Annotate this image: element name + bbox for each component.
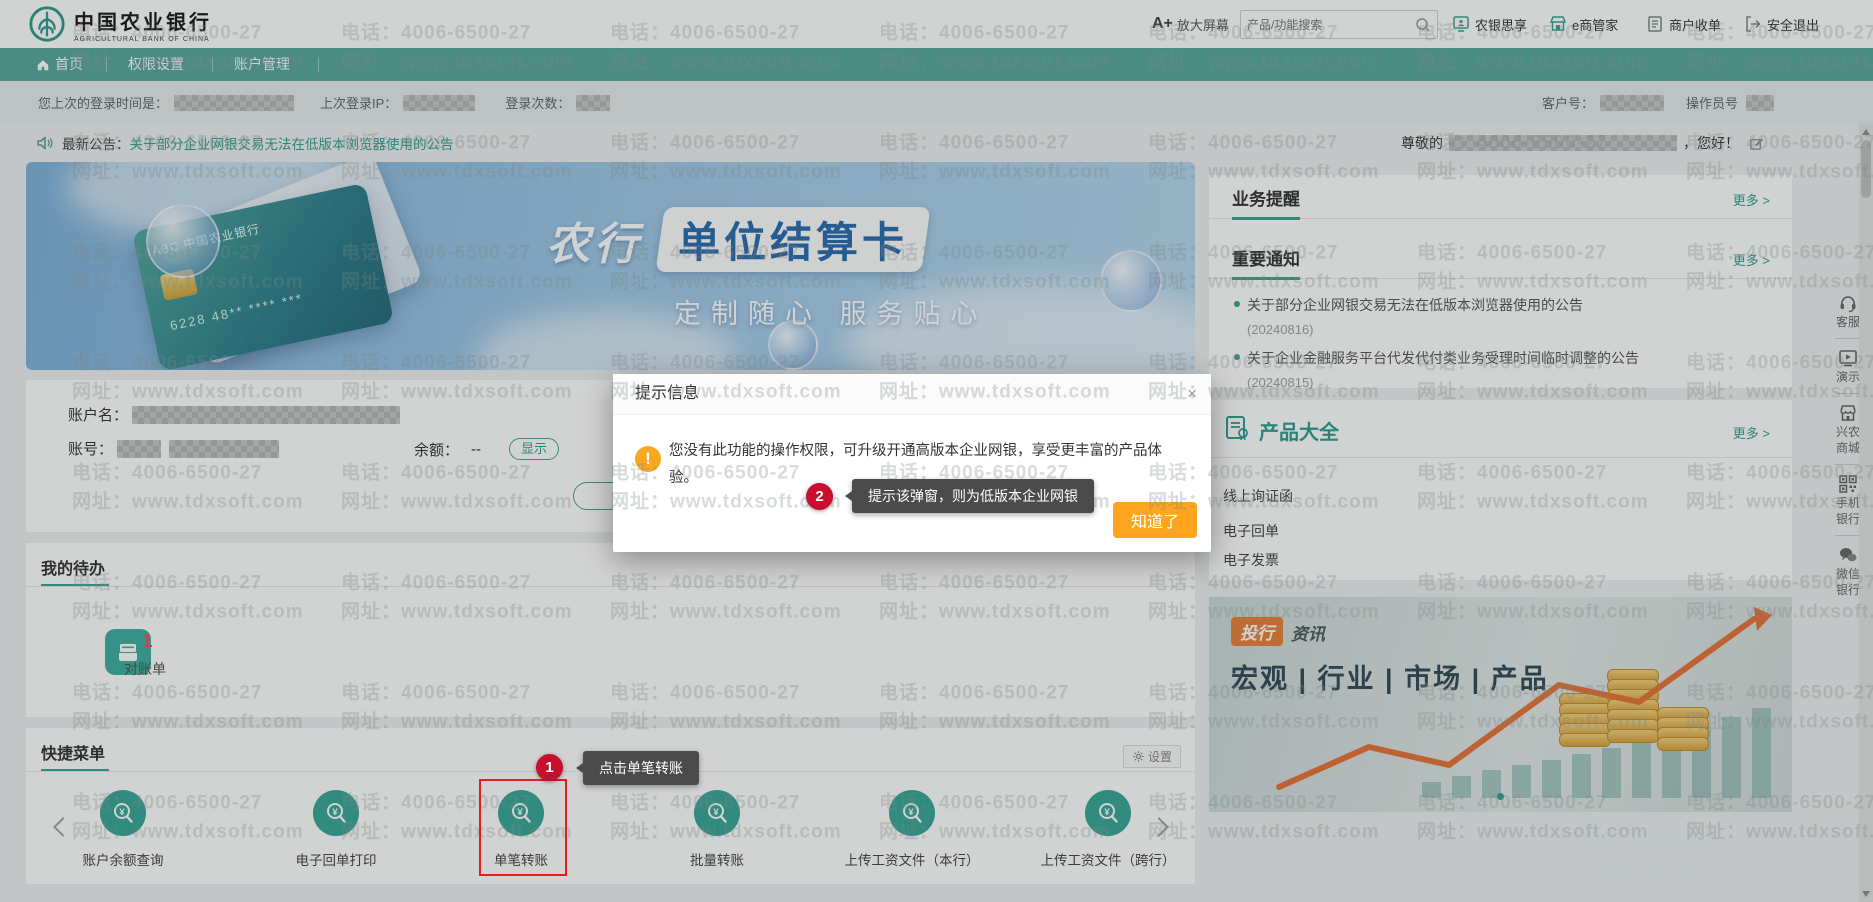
close-icon[interactable]: × xyxy=(1187,374,1197,414)
permission-alert-modal: 提示信息 × ! 您没有此功能的操作权限，可升级开通高版本企业网银，享受更丰富的… xyxy=(613,374,1211,552)
modal-title: 提示信息 xyxy=(635,374,699,414)
warning-icon: ! xyxy=(635,446,661,472)
annotation-step2-tooltip: 提示该弹窗，则为低版本企业网银 xyxy=(852,479,1094,513)
annotation-highlight-box xyxy=(479,779,567,876)
annotation-step1-tooltip: 点击单笔转账 xyxy=(583,751,699,785)
annotation-step2-badge: 2 xyxy=(806,483,833,510)
page-root: 中国农业银行 AGRICULTURAL BANK OF CHINA A+ 放大屏… xyxy=(0,0,1873,902)
modal-header: 提示信息 × xyxy=(613,374,1211,415)
got-it-button[interactable]: 知道了 xyxy=(1113,502,1197,538)
annotation-step1-badge: 1 xyxy=(536,754,563,781)
